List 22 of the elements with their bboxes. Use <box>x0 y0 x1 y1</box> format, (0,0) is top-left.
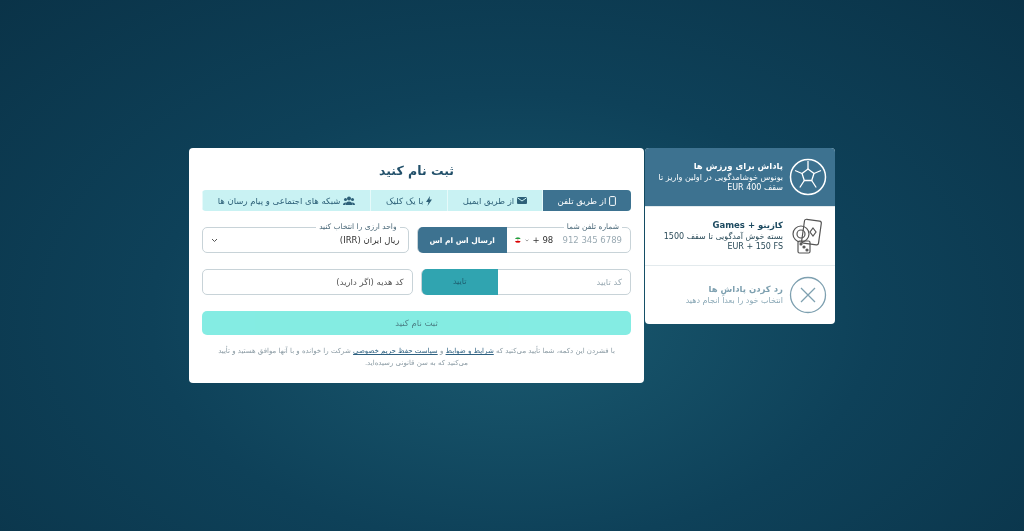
bonus-title: کازینو + Games <box>711 219 783 232</box>
form-title: ثبت نام کنید <box>378 161 455 181</box>
promo-code-field[interactable]: کد هدیه (اگر دارید) <box>202 269 413 296</box>
phone-icon <box>609 195 617 206</box>
tab[interactable]: شبکه های اجتماعی و پیام رسان ها <box>202 190 371 212</box>
tab[interactable]: با یک کلیک <box>370 190 447 212</box>
chevron-icon <box>211 237 218 243</box>
people-icon <box>343 196 356 206</box>
ball-icon <box>789 157 827 196</box>
tab[interactable]: از طریق ایمیل <box>447 190 542 212</box>
bonus-description: بونوس خوشامدگویی در اولین واریز تا سقف EUR 400 <box>657 173 783 193</box>
bonus-title: پاداش برای ورزش ها <box>692 160 783 172</box>
bonus-option[interactable]: کازینو + Games بسته خوش آمدگویی تا سقف 1500 EUR + 150 FS <box>645 206 835 265</box>
envelope-icon <box>517 197 528 205</box>
bonus-description: بسته خوش آمدگویی تا سقف 1500 EUR + 150 FS <box>662 232 783 252</box>
bonus-title: رد کردن پاداش ها <box>707 283 783 295</box>
tab[interactable]: از طریق تلفن <box>541 190 631 212</box>
bonus-option[interactable]: پاداش برای ورزش ها بونوس خوشامدگویی در اولین واریز تا سقف EUR 400 <box>645 147 835 206</box>
chevron-icon <box>524 237 529 243</box>
bonus-description: انتخاب خود را بعداً انجام دهید <box>684 296 783 306</box>
lightning-icon <box>426 195 433 206</box>
close-icon <box>789 275 827 314</box>
